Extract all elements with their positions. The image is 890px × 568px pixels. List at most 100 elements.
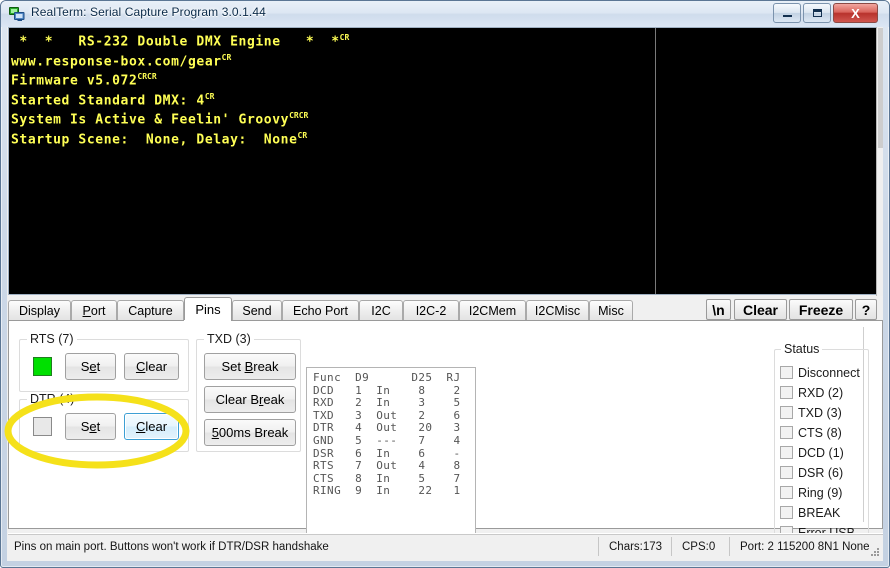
terminal-display[interactable]: * * RS-232 Double DMX Engine * *CR www.r… xyxy=(8,27,883,295)
status-cps: CPS:0 xyxy=(682,541,716,553)
status-item-dcd[interactable]: DCD (1) xyxy=(780,444,844,461)
tab-i2cmisc[interactable]: I2CMisc xyxy=(526,300,589,321)
tab-pins[interactable]: Pins xyxy=(184,297,232,321)
tab-capture[interactable]: Capture xyxy=(117,300,184,321)
terminal-scrollbar[interactable] xyxy=(876,27,883,296)
close-icon: X xyxy=(851,5,860,21)
pin-reference-text: Func D9 D25 RJ DCD 1 In 8 2 RXD 2 In 3 5… xyxy=(313,371,461,498)
txd-500ms-break-button[interactable]: 500ms Break xyxy=(204,419,296,446)
status-item-txd[interactable]: TXD (3) xyxy=(780,404,842,421)
dtr-group: DTR (4) Set Clear xyxy=(19,392,189,452)
status-group: Status Disconnect RXD (2) TXD (3) CTS (8… xyxy=(774,342,869,547)
tab-i2c-2[interactable]: I2C-2 xyxy=(403,300,459,321)
freeze-button[interactable]: Freeze xyxy=(789,299,853,320)
clear-button[interactable]: Clear xyxy=(734,299,787,320)
terminal-line-1: * * RS-232 Double DMX Engine * * xyxy=(11,34,340,50)
terminal-line-4: Started Standard DMX: 4 xyxy=(11,92,205,108)
terminal-scrollbar-thumb[interactable] xyxy=(878,28,883,148)
tab-label: I2C xyxy=(371,304,391,318)
tab-label: Capture xyxy=(128,304,173,318)
status-item-label: BREAK xyxy=(798,505,841,520)
tab-label: Display xyxy=(19,304,60,318)
tab-label: I2C-2 xyxy=(415,304,447,318)
status-item-rxd[interactable]: RXD (2) xyxy=(780,384,843,401)
rts-group-title: RTS (7) xyxy=(27,332,77,346)
status-item-break[interactable]: BREAK xyxy=(780,504,840,521)
realterm-window: RealTerm: Serial Capture Program 3.0.1.4… xyxy=(0,0,890,568)
checkbox-icon[interactable] xyxy=(780,366,793,379)
terminal-line-6: Startup Scene: None, Delay: None xyxy=(11,131,298,147)
checkbox-icon[interactable] xyxy=(780,406,793,419)
tab-misc[interactable]: Misc xyxy=(589,300,633,321)
freeze-label: Freeze xyxy=(798,301,844,318)
close-button[interactable]: X xyxy=(833,3,878,23)
status-group-title: Status xyxy=(781,342,823,356)
status-separator-1 xyxy=(598,537,599,556)
status-item-disconnect[interactable]: Disconnect xyxy=(780,364,860,381)
rts-clear-button[interactable]: Clear xyxy=(124,353,179,380)
monitor-icon xyxy=(9,6,25,22)
terminal-column-divider xyxy=(655,28,656,294)
resize-grip-icon[interactable] xyxy=(868,545,880,557)
checkbox-icon[interactable] xyxy=(780,446,793,459)
tab-label: I2CMisc xyxy=(534,304,581,318)
status-item-label: RXD (2) xyxy=(798,385,844,400)
newline-label: \n xyxy=(712,301,725,318)
tab-display[interactable]: Display xyxy=(8,300,71,321)
tab-label: I2CMem xyxy=(468,304,517,318)
terminal-line-5: System Is Active & Feelin' Groovy xyxy=(11,112,290,128)
pin-reference-table: Func D9 D25 RJ DCD 1 In 8 2 RXD 2 In 3 5… xyxy=(306,367,476,537)
status-item-label: Disconnect xyxy=(798,365,860,380)
terminal-text: * * RS-232 Double DMX Engine * *CR www.r… xyxy=(11,33,350,147)
dtr-clear-button[interactable]: Clear xyxy=(124,413,179,440)
dtr-group-title: DTR (4) xyxy=(27,392,78,406)
status-item-ring[interactable]: Ring (9) xyxy=(780,484,842,501)
newline-button[interactable]: \n xyxy=(706,299,731,320)
dtr-state-indicator xyxy=(33,417,52,436)
terminal-line-3: Firmware v5.072 xyxy=(11,73,138,89)
rts-set-button[interactable]: Set xyxy=(65,353,116,380)
checkbox-icon[interactable] xyxy=(780,486,793,499)
tab-label: Send xyxy=(242,304,272,318)
status-hint: Pins on main port. Buttons won't work if… xyxy=(14,541,329,553)
txd-set-break-button[interactable]: Set Break xyxy=(204,353,296,380)
minimize-button[interactable] xyxy=(773,3,801,23)
help-label: ? xyxy=(861,301,871,318)
status-bar: Pins on main port. Buttons won't work if… xyxy=(8,533,883,559)
status-item-label: TXD (3) xyxy=(798,405,842,420)
status-item-label: DSR (6) xyxy=(798,465,844,480)
client-area: * * RS-232 Double DMX Engine * *CR www.r… xyxy=(7,27,883,561)
status-separator-2 xyxy=(671,537,672,556)
terminal-line-2: www.response-box.com/gear xyxy=(11,53,222,69)
status-item-label: CTS (8) xyxy=(798,425,842,440)
maximize-button[interactable] xyxy=(803,3,831,23)
tab-bar: Display Port Capture Pins Send Echo Port… xyxy=(8,297,883,321)
dtr-set-button[interactable]: Set xyxy=(65,413,116,440)
help-button[interactable]: ? xyxy=(855,299,877,320)
window-title: RealTerm: Serial Capture Program 3.0.1.4… xyxy=(31,5,266,19)
txd-group: TXD (3) Set Break Clear Break 500ms Brea… xyxy=(196,332,301,452)
title-bar[interactable]: RealTerm: Serial Capture Program 3.0.1.4… xyxy=(1,1,889,27)
tab-label: Echo Port xyxy=(293,304,348,318)
tab-port[interactable]: Port xyxy=(71,300,117,321)
txd-clear-break-button[interactable]: Clear Break xyxy=(204,386,296,413)
status-item-dsr[interactable]: DSR (6) xyxy=(780,464,843,481)
checkbox-icon[interactable] xyxy=(780,506,793,519)
tab-label: Pins xyxy=(195,302,221,317)
status-item-label: Ring (9) xyxy=(798,485,843,500)
rts-state-indicator xyxy=(33,357,52,376)
status-chars: Chars:173 xyxy=(609,541,663,553)
status-port: Port: 2 115200 8N1 None xyxy=(740,541,870,553)
status-separator-3 xyxy=(729,537,730,556)
tab-echo-port[interactable]: Echo Port xyxy=(282,300,359,321)
status-item-label: DCD (1) xyxy=(798,445,844,460)
clear-label: Clear xyxy=(742,301,779,318)
status-item-cts[interactable]: CTS (8) xyxy=(780,424,842,441)
checkbox-icon[interactable] xyxy=(780,386,793,399)
tab-send[interactable]: Send xyxy=(232,300,282,321)
checkbox-icon[interactable] xyxy=(780,426,793,439)
tab-i2cmem[interactable]: I2CMem xyxy=(459,300,526,321)
checkbox-icon[interactable] xyxy=(780,466,793,479)
tab-i2c[interactable]: I2C xyxy=(359,300,403,321)
tab-label: Misc xyxy=(598,304,624,318)
